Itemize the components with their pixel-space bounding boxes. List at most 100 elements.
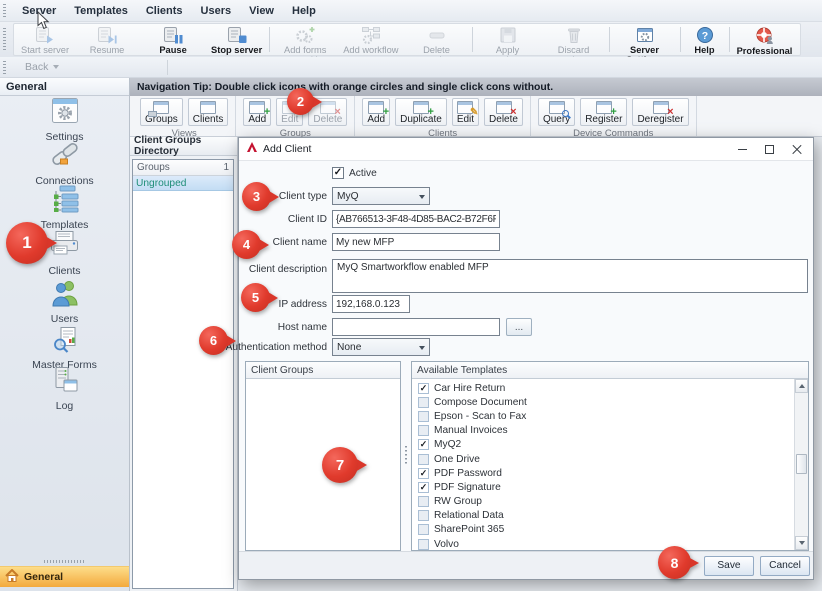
scroll-down-button[interactable] (795, 536, 808, 550)
ribbon-clients-add-button[interactable]: + Add (362, 98, 390, 126)
groups-list[interactable]: Groups 1 Ungrouped (132, 159, 234, 589)
sidebar-resize-grip[interactable] (0, 560, 129, 563)
template-checkbox[interactable]: ✓ (418, 383, 429, 394)
client-description-input[interactable]: MyQ Smartworkflow enabled MFP (332, 259, 808, 293)
ribbon-clients-edit-button[interactable]: ✎ Edit (452, 98, 479, 126)
toolbar-grip[interactable] (3, 28, 6, 52)
ribbon-view-clients-button[interactable]: Clients (188, 98, 229, 126)
sidebar-footer-general[interactable]: General (0, 566, 129, 587)
sidebar-item-settings[interactable]: Settings (0, 97, 129, 143)
stop-server-icon (227, 26, 247, 44)
triangle-up-icon (799, 384, 805, 388)
group-row-label: Ungrouped (136, 178, 186, 189)
clients-view-icon (200, 101, 216, 114)
host-name-browse-button[interactable]: ... (506, 318, 532, 336)
add-forms-recognition-button[interactable]: Add forms recognition (272, 24, 338, 55)
sidebar-item-log[interactable]: Log (0, 366, 129, 412)
template-checkbox[interactable]: ✓ (418, 397, 429, 408)
template-item[interactable]: ✓PDF Password (412, 466, 794, 480)
dialog-title-bar[interactable]: Add Client (239, 138, 813, 161)
callout-number: 4 (243, 237, 250, 252)
template-item[interactable]: ✓Relational Data (412, 509, 794, 523)
check-icon: ✓ (420, 482, 428, 493)
groups-column-header[interactable]: Groups 1 (133, 160, 233, 176)
group-row-ungrouped[interactable]: Ungrouped (133, 176, 233, 191)
menu-templates[interactable]: Templates (65, 0, 137, 22)
ribbon-clients-delete-button[interactable]: × Delete (484, 98, 523, 126)
ribbon-view-groups-button[interactable]: Groups (140, 98, 183, 126)
callout-4: 4 (232, 230, 261, 259)
template-item[interactable]: ✓Manual Invoices (412, 424, 794, 438)
template-item[interactable]: ✓Car Hire Return (412, 381, 794, 395)
toolbar-separator (167, 60, 168, 75)
discard-settings-button[interactable]: Discard settings (541, 24, 607, 55)
template-item[interactable]: ✓PDF Signature (412, 480, 794, 494)
authentication-method-select[interactable]: None (332, 338, 430, 356)
minimize-button[interactable] (729, 139, 756, 160)
dialog-title: Add Client (263, 143, 311, 155)
connections-icon (48, 139, 82, 174)
server-settings-button[interactable]: Server Settings (612, 24, 678, 55)
main-toolbar: Start server Resume server Pause server … (0, 22, 822, 57)
cancel-button[interactable]: Cancel (760, 556, 810, 576)
template-item[interactable]: ✓Epson - Scan to Fax (412, 409, 794, 423)
template-checkbox[interactable]: ✓ (418, 411, 429, 422)
toolbar-grip[interactable] (3, 4, 6, 18)
close-button[interactable] (783, 139, 810, 160)
template-checkbox[interactable]: ✓ (418, 524, 429, 535)
apply-settings-button[interactable]: Apply settings (475, 24, 541, 55)
ribbon-groups-add-button[interactable]: + Add (243, 98, 271, 126)
ip-address-input[interactable] (332, 295, 410, 313)
template-item[interactable]: ✓SharePoint 365 (412, 523, 794, 537)
template-checkbox[interactable]: ✓ (418, 539, 429, 550)
ribbon-device-register-button[interactable]: + Register (580, 98, 627, 126)
sidebar-item-users[interactable]: Users (0, 278, 129, 325)
client-name-input[interactable] (332, 233, 500, 251)
template-checkbox[interactable]: ✓ (418, 454, 429, 465)
template-item[interactable]: ✓Compose Document (412, 395, 794, 409)
ribbon-device-query-button[interactable]: Query (538, 98, 575, 126)
back-button[interactable]: Back (13, 61, 71, 73)
resume-server-button[interactable]: Resume server (74, 24, 140, 55)
panel-splitter[interactable] (402, 361, 410, 551)
active-checkbox[interactable]: ✓ (332, 167, 344, 179)
menu-view[interactable]: View (240, 0, 283, 22)
pause-server-button[interactable]: Pause server (140, 24, 206, 55)
sidebar-item-master-forms[interactable]: Master Forms (0, 326, 129, 371)
template-item[interactable]: ✓Volvo (412, 537, 794, 550)
scrollbar-thumb[interactable] (796, 454, 807, 474)
host-name-input[interactable] (332, 318, 500, 336)
template-item[interactable]: ✓One Drive (412, 452, 794, 466)
delete-template-button[interactable]: Delete template (404, 24, 470, 55)
stop-server-button[interactable]: Stop server (206, 24, 267, 55)
menu-users[interactable]: Users (192, 0, 241, 22)
ribbon-clients-duplicate-button[interactable]: + Duplicate (395, 98, 447, 126)
template-checkbox[interactable]: ✓ (418, 496, 429, 507)
template-checkbox[interactable]: ✓ (418, 425, 429, 436)
toolbar-grip[interactable] (3, 61, 6, 74)
sidebar-item-connections[interactable]: Connections (0, 139, 129, 187)
client-description-row: Client description (243, 260, 332, 278)
ribbon-device-deregister-button[interactable]: × Deregister (632, 98, 688, 126)
save-button[interactable]: Save (704, 556, 754, 576)
client-id-input[interactable] (332, 210, 500, 228)
scroll-up-button[interactable] (795, 379, 808, 393)
template-checkbox[interactable]: ✓ (418, 482, 429, 493)
template-item[interactable]: ✓RW Group (412, 495, 794, 509)
callout-1: 1 (6, 222, 48, 264)
professional-services-button[interactable]: Professional Services (732, 24, 798, 55)
template-checkbox[interactable]: ✓ (418, 439, 429, 450)
add-workflow-button[interactable]: Add workflow (338, 24, 403, 55)
template-item[interactable]: ✓MyQ2 (412, 438, 794, 452)
menu-help[interactable]: Help (283, 0, 325, 22)
help-button[interactable]: ? Help (683, 24, 727, 55)
menu-clients[interactable]: Clients (137, 0, 192, 22)
template-checkbox[interactable]: ✓ (418, 510, 429, 521)
template-checkbox[interactable]: ✓ (418, 468, 429, 479)
maximize-button[interactable] (756, 139, 783, 160)
templates-scrollbar[interactable] (794, 379, 808, 550)
register-device-icon: + (596, 101, 612, 114)
button-label: Start server (21, 45, 69, 55)
client-type-select[interactable]: MyQ (332, 187, 430, 205)
cross-badge-icon: × (334, 107, 340, 118)
